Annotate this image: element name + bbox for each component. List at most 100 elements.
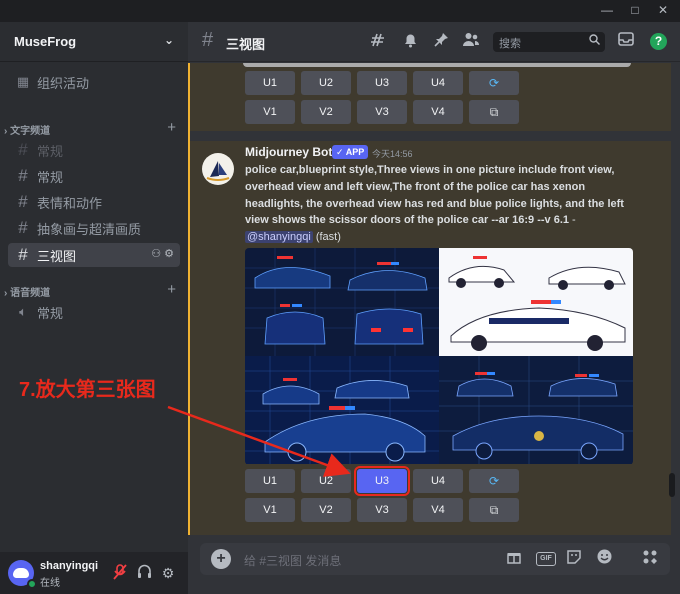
online-status-icon xyxy=(27,579,37,589)
variation-1-button[interactable]: V1 xyxy=(245,100,295,124)
gif-icon[interactable]: GIF xyxy=(536,552,556,566)
hashtag-icon: # xyxy=(18,245,28,264)
message-divider xyxy=(190,131,671,141)
variation-3-button[interactable]: V3 xyxy=(357,498,407,522)
calendar-icon: ▦ xyxy=(16,74,30,89)
minimize-button[interactable]: — xyxy=(600,3,614,17)
mic-muted-icon[interactable] xyxy=(111,564,129,582)
prompt-text: police car,blueprint style,Three views i… xyxy=(245,164,624,227)
inbox-icon[interactable] xyxy=(616,32,636,52)
message-author[interactable]: Midjourney Bot xyxy=(245,145,332,159)
hashtag-icon: # xyxy=(202,29,214,51)
sidebar-item-channel[interactable]: # 常规 xyxy=(8,164,180,188)
speaker-icon: 🔈︎ xyxy=(19,304,27,319)
user-mention[interactable]: @shanyingqi xyxy=(245,231,313,244)
main-panel: # 三视图 搜索 ? U1 U2 U3 U4 ⟳ V1 V2 V3 V4 ⧉ M… xyxy=(188,22,680,594)
apps-icon[interactable] xyxy=(640,549,660,569)
external-link-icon: ⧉ xyxy=(489,105,499,119)
attach-plus-icon[interactable]: + xyxy=(211,549,231,569)
variation-1-button[interactable]: V1 xyxy=(245,498,295,522)
category-text-channels[interactable]: › 文字频道 + xyxy=(2,119,182,137)
gear-icon[interactable]: ⚙ xyxy=(159,564,177,582)
hashtag-icon: # xyxy=(18,140,28,159)
bell-icon[interactable] xyxy=(400,32,420,52)
sidebar-item-voice-channel[interactable]: 🔈︎ 常规 xyxy=(8,300,180,324)
server-header[interactable]: MuseFrog ⌄ xyxy=(0,22,188,62)
open-link-button[interactable]: ⧉ xyxy=(469,100,519,124)
sidebar-item-channel-active[interactable]: # 三视图 ⚇ ⚙ xyxy=(8,243,180,267)
hashtag-icon: # xyxy=(18,166,28,185)
channel-sidebar: MuseFrog ⌄ ▦ 组织活动 › 文字频道 + # 常规 # 常规 # 表… xyxy=(0,22,188,594)
variation-2-button[interactable]: V2 xyxy=(301,498,351,522)
search-icon xyxy=(589,34,600,48)
sidebar-item-channel[interactable]: # 抽象画与超清画质 xyxy=(8,216,180,240)
variation-3-button[interactable]: V3 xyxy=(357,100,407,124)
emoji-icon[interactable] xyxy=(594,549,614,569)
message-composer[interactable]: + 给 #三视图 发消息 GIF xyxy=(200,543,670,575)
add-channel-icon[interactable]: + xyxy=(167,281,176,298)
headphones-icon[interactable] xyxy=(135,564,153,582)
user-status: 在线 xyxy=(40,578,60,589)
image-4[interactable] xyxy=(439,356,633,464)
page-title: 三视图 xyxy=(226,37,266,52)
message-text: police car,blueprint style,Three views i… xyxy=(245,162,638,246)
sticker-icon[interactable] xyxy=(564,549,584,569)
message-timestamp: 今天14:56 xyxy=(372,149,413,159)
close-button[interactable]: ✕ xyxy=(656,3,670,17)
avatar[interactable] xyxy=(202,153,234,185)
members-icon[interactable] xyxy=(461,32,481,52)
sidebar-item-label: 表情和动作 xyxy=(37,195,103,211)
sidebar-item-channel[interactable]: # 常规 xyxy=(8,138,180,162)
external-link-icon: ⧉ xyxy=(489,503,499,517)
upscale-4-button[interactable]: U4 xyxy=(413,71,463,95)
gift-icon[interactable] xyxy=(504,549,524,569)
upscale-3-button-selected[interactable]: U3 xyxy=(354,466,410,496)
threads-icon[interactable] xyxy=(368,32,388,52)
username: shanyingqi xyxy=(40,560,99,572)
reroll-button[interactable]: ⟳ xyxy=(469,469,519,493)
category-label: 语音频道 xyxy=(10,288,51,299)
category-chevron-icon: › xyxy=(4,288,8,299)
category-voice-channels[interactable]: › 语音频道 + xyxy=(2,281,182,299)
upscale-4-button[interactable]: U4 xyxy=(413,469,463,493)
add-channel-icon[interactable]: + xyxy=(167,119,176,136)
gear-icon[interactable]: ⚙ xyxy=(164,248,174,260)
variation-4-button[interactable]: V4 xyxy=(413,100,463,124)
variation-2-button[interactable]: V2 xyxy=(301,100,351,124)
chevron-down-icon: ⌄ xyxy=(163,33,174,47)
search-input[interactable]: 搜索 xyxy=(493,32,605,52)
app-badge: ✓ APP xyxy=(332,145,369,159)
previous-image-edge xyxy=(243,63,631,67)
window-titlebar: — □ ✕ xyxy=(0,0,680,22)
image-1[interactable] xyxy=(245,248,439,356)
upscale-3-button[interactable]: U3 xyxy=(357,71,407,95)
mode-text: (fast) xyxy=(312,231,341,244)
category-chevron-icon: › xyxy=(4,126,8,137)
channel-header: # 三视图 搜索 ? xyxy=(188,22,680,62)
pin-icon[interactable] xyxy=(431,32,451,52)
help-icon[interactable]: ? xyxy=(650,33,667,50)
upscale-1-button[interactable]: U1 xyxy=(245,71,295,95)
upscale-2-button[interactable]: U2 xyxy=(301,71,351,95)
sidebar-item-label: 三视图 xyxy=(37,248,77,264)
sidebar-item-channel[interactable]: # 表情和动作 xyxy=(8,190,180,214)
image-3[interactable] xyxy=(245,356,439,464)
sidebar-item-events[interactable]: ▦ 组织活动 xyxy=(8,70,180,94)
sidebar-item-label: 组织活动 xyxy=(37,75,90,91)
add-member-icon[interactable]: ⚇ xyxy=(151,248,161,260)
reroll-icon: ⟳ xyxy=(488,474,500,488)
sidebar-item-label: 常规 xyxy=(37,169,64,185)
upscale-2-button[interactable]: U2 xyxy=(301,469,351,493)
sidebar-item-label: 常规 xyxy=(37,143,64,159)
sidebar-item-label: 抽象画与超清画质 xyxy=(37,221,142,237)
image-grid[interactable] xyxy=(245,248,633,465)
variation-4-button[interactable]: V4 xyxy=(413,498,463,522)
scrollbar[interactable] xyxy=(669,473,675,497)
reroll-button[interactable]: ⟳ xyxy=(469,71,519,95)
maximize-button[interactable]: □ xyxy=(628,3,642,17)
open-link-button[interactable]: ⧉ xyxy=(469,498,519,522)
message-list: U1 U2 U3 U4 ⟳ V1 V2 V3 V4 ⧉ Midjourney B… xyxy=(188,63,671,535)
image-2[interactable] xyxy=(439,248,633,356)
upscale-1-button[interactable]: U1 xyxy=(245,469,295,493)
sidebar-item-label: 常规 xyxy=(37,305,64,321)
